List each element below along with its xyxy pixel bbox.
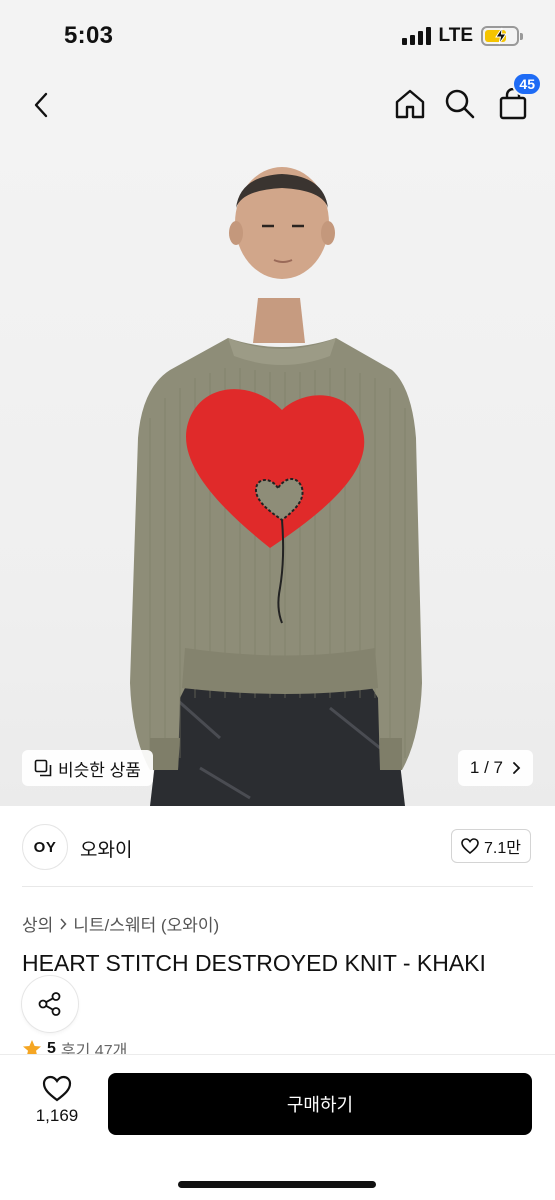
brand-name[interactable]: 오와이 [80, 835, 132, 862]
share-button[interactable] [22, 976, 78, 1032]
home-indicator [178, 1181, 376, 1188]
chevron-right-icon [513, 762, 521, 774]
top-nav: 45 [0, 72, 555, 138]
status-indicators: LTE [401, 25, 523, 47]
pager-text: 1 / 7 [469, 758, 503, 777]
brand-row: OY 오와이 7.1만 [0, 806, 555, 886]
similar-products-label: 비슷한 상품 [58, 760, 141, 780]
product-image-carousel[interactable]: 비슷한 상품 1 / 7 [0, 138, 555, 806]
product-photo [130, 167, 422, 806]
breadcrumb-category[interactable]: 상의 [22, 911, 53, 936]
cart-count-badge: 45 [512, 72, 542, 96]
heart-outline-icon [461, 838, 479, 854]
buy-button[interactable]: 구매하기 [108, 1073, 532, 1135]
divider [22, 886, 533, 887]
heart-outline-icon [42, 1075, 72, 1102]
similar-products-button[interactable]: 비슷한 상품 [22, 750, 153, 786]
brand-like-button[interactable]: 7.1만 [451, 829, 531, 863]
status-bar: 5:03 LTE [0, 0, 555, 72]
back-button[interactable] [26, 88, 56, 122]
image-pager[interactable]: 1 / 7 [457, 750, 533, 786]
cart-button[interactable]: 45 [496, 72, 542, 122]
chevron-left-icon [34, 92, 48, 118]
home-icon [395, 89, 425, 119]
battery-icon [481, 26, 523, 46]
bottom-action-bar: 1,169 구매하기 [0, 1054, 555, 1200]
search-button[interactable] [443, 86, 477, 122]
copy-icon [34, 759, 52, 777]
wishlist-button[interactable]: 1,169 [28, 1075, 86, 1126]
wishlist-count: 1,169 [35, 1106, 79, 1125]
brand-logo[interactable]: OY [22, 824, 68, 870]
product-title: HEART STITCH DESTROYED KNIT - KHAKI [22, 950, 486, 976]
network-type: LTE [438, 25, 473, 46]
status-time: 5:03 [64, 22, 114, 49]
chevron-right-icon [60, 917, 67, 930]
signal-icon [401, 27, 431, 45]
share-icon [38, 992, 61, 1016]
breadcrumb: 상의 니트/스웨터 (오와이) [22, 911, 219, 936]
search-icon [445, 89, 475, 119]
home-button[interactable] [393, 86, 427, 122]
brand-like-count: 7.1만 [484, 840, 521, 857]
breadcrumb-subcategory[interactable]: 니트/스웨터 (오와이) [73, 911, 219, 936]
